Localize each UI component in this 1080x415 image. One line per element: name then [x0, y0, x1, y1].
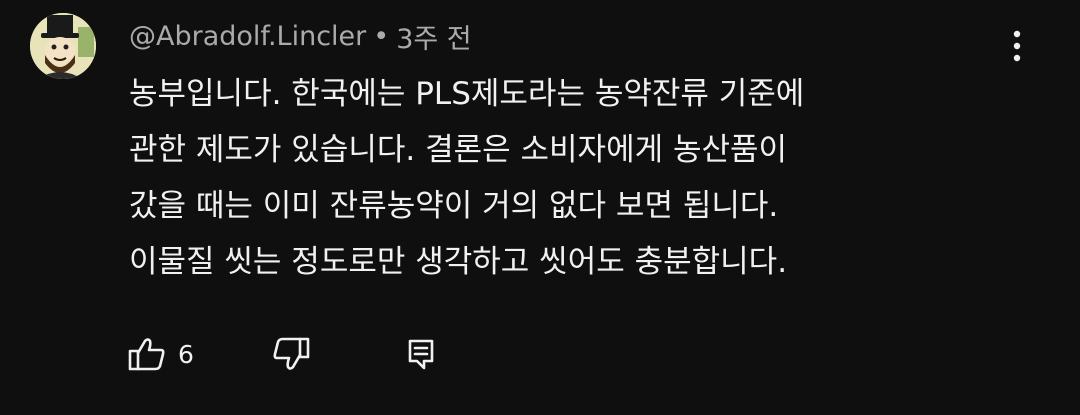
- like-button[interactable]: 6: [128, 332, 206, 376]
- comment-timestamp[interactable]: 3주 전: [396, 17, 471, 56]
- more-vert-icon: [1013, 30, 1021, 62]
- thumb-up-icon: [128, 338, 165, 371]
- thumb-down-icon: [273, 337, 310, 370]
- author-name[interactable]: @Abradolf.Lincler: [129, 21, 366, 52]
- reply-button[interactable]: [405, 332, 437, 376]
- comment-thread: @Abradolf.Lincler • 3주 전 농부입니다. 한국에는 PLS…: [0, 0, 1080, 415]
- meta-separator: •: [373, 20, 390, 52]
- more-actions-button[interactable]: [1000, 24, 1034, 68]
- reply-comment-icon: [408, 339, 434, 370]
- avatar[interactable]: [30, 13, 96, 79]
- dislike-button[interactable]: [272, 332, 310, 376]
- comment-header: @Abradolf.Lincler • 3주 전: [129, 16, 472, 56]
- comment-actions: 6: [128, 332, 437, 376]
- like-count: 6: [178, 339, 194, 369]
- comment-text: 농부입니다. 한국에는 PLS제도라는 농약잔류 기준에 관한 제도가 있습니다…: [129, 76, 805, 280]
- avatar-image: [30, 13, 96, 79]
